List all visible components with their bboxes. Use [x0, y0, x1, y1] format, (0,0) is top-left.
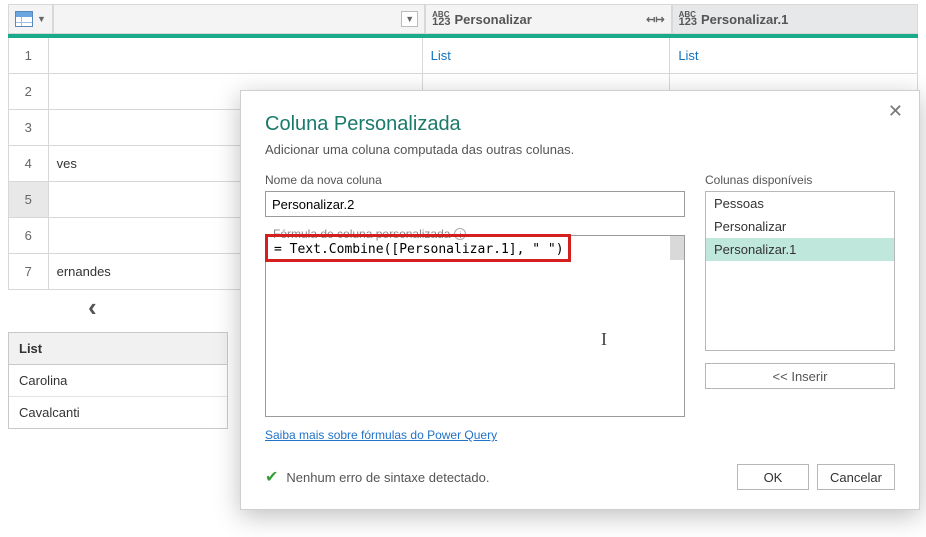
new-column-input[interactable]: [265, 191, 685, 217]
list-item[interactable]: Cavalcanti: [9, 397, 227, 428]
close-button[interactable]: ✕: [882, 101, 909, 121]
table-icon: [15, 11, 33, 27]
ok-button[interactable]: OK: [737, 464, 809, 490]
available-column-item[interactable]: Personalizar.1: [706, 238, 894, 261]
type-any-icon: ABC123: [432, 11, 450, 28]
row-number[interactable]: 4: [8, 146, 49, 182]
new-column-label: Nome da nova coluna: [265, 173, 685, 187]
cell[interactable]: List: [670, 38, 918, 74]
available-column-item[interactable]: Personalizar: [706, 215, 894, 238]
grid-header: ▼ ▼ ABC123 Personalizar ↤↦ ABC123 Person…: [8, 4, 918, 38]
scrollbar[interactable]: [670, 236, 684, 260]
available-columns-label: Colunas disponíveis: [705, 173, 895, 187]
dialog-subtitle: Adicionar uma coluna computada das outra…: [265, 142, 895, 157]
column-header-personalizar[interactable]: ABC123 Personalizar ↤↦: [425, 4, 671, 34]
chevron-down-icon: ▼: [37, 14, 46, 24]
column-header-label: Personalizar.1: [701, 12, 788, 27]
learn-more-link[interactable]: Saiba mais sobre fórmulas do Power Query: [265, 428, 497, 442]
list-preview: List Carolina Cavalcanti: [8, 332, 228, 429]
column-header-personalizar1[interactable]: ABC123 Personalizar.1: [672, 4, 918, 34]
type-any-icon: ABC123: [679, 11, 697, 28]
chevron-left-icon[interactable]: ‹: [88, 292, 97, 323]
custom-column-dialog: ✕ Coluna Personalizada Adicionar uma col…: [240, 90, 920, 510]
list-preview-header: List: [9, 333, 227, 365]
check-icon: ✔: [265, 467, 278, 487]
row-number[interactable]: 3: [8, 110, 49, 146]
row-number[interactable]: 5: [8, 182, 49, 218]
cell[interactable]: [49, 38, 423, 74]
cancel-button[interactable]: Cancelar: [817, 464, 895, 490]
formula-label: Fórmula de coluna personalizada i: [269, 227, 470, 241]
row-number[interactable]: 2: [8, 74, 49, 110]
row-number[interactable]: 6: [8, 218, 49, 254]
syntax-status: ✔ Nenhum erro de sintaxe detectado.: [265, 467, 489, 487]
list-item[interactable]: Carolina: [9, 365, 227, 397]
filter-dropdown-icon[interactable]: ▼: [401, 11, 418, 27]
row-number[interactable]: 1: [8, 38, 49, 74]
dialog-title: Coluna Personalizada: [265, 113, 895, 136]
insert-button[interactable]: << Inserir: [705, 363, 895, 389]
available-columns-list: Pessoas Personalizar Personalizar.1: [705, 191, 895, 351]
expand-icon[interactable]: ↤↦: [646, 13, 664, 26]
row-number[interactable]: 7: [8, 254, 49, 290]
info-icon[interactable]: i: [454, 228, 466, 240]
column-header-label: Personalizar: [455, 12, 532, 27]
grid-corner[interactable]: ▼: [8, 4, 53, 34]
status-text: Nenhum erro de sintaxe detectado.: [286, 470, 489, 485]
column-header-blank[interactable]: ▼: [53, 4, 425, 34]
formula-input[interactable]: [265, 235, 685, 417]
text-cursor-icon: I: [601, 329, 607, 350]
close-icon: ✕: [888, 101, 903, 121]
cell[interactable]: List: [423, 38, 671, 74]
available-column-item[interactable]: Pessoas: [706, 192, 894, 215]
